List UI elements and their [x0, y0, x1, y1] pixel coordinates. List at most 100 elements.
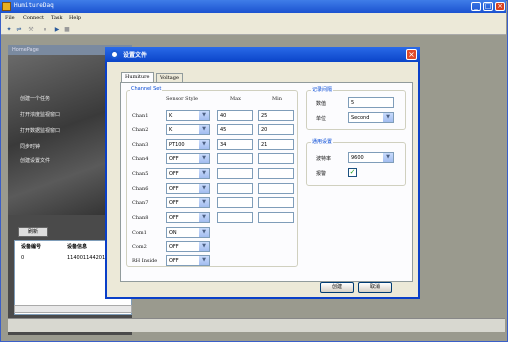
disconnect-icon[interactable]: ⚒: [27, 26, 35, 33]
device-info-cell[interactable]: 114001144201: [67, 255, 105, 261]
chan8-sensor-select[interactable]: OFF ▼: [166, 212, 210, 223]
device-info-header[interactable]: 设备信息: [67, 243, 87, 250]
menu-connect[interactable]: Connect: [23, 15, 44, 21]
menu-task[interactable]: Task: [51, 15, 63, 21]
connect-icon[interactable]: ⇌: [15, 26, 23, 33]
chevron-down-icon[interactable]: ▼: [198, 184, 209, 193]
nav-open-concentration-monitor[interactable]: 打开浓度监视窗口: [20, 111, 60, 118]
chevron-down-icon[interactable]: ▼: [198, 154, 209, 163]
chan2-max-input[interactable]: 45: [217, 124, 253, 135]
chevron-down-icon[interactable]: ▼: [198, 213, 209, 222]
chan8-sensor-value: OFF: [169, 215, 179, 221]
app-title: HumitureDaq: [14, 2, 54, 9]
chan3-max-input[interactable]: 34: [217, 139, 253, 150]
dialog-icon: [110, 50, 119, 59]
channel-set-label: Channel Set: [130, 86, 163, 92]
menu-help[interactable]: Help: [69, 15, 81, 21]
tab-humiture[interactable]: Humiture: [121, 72, 154, 82]
maximize-icon[interactable]: □: [483, 2, 493, 11]
chevron-down-icon[interactable]: ▼: [198, 140, 209, 149]
nav-open-data-monitor[interactable]: 打开数据监视窗口: [20, 127, 60, 134]
pause-icon[interactable]: ⏸: [41, 26, 49, 33]
chan5-sensor-select[interactable]: OFF ▼: [166, 168, 210, 179]
com1-label: Com1: [132, 230, 147, 236]
chevron-down-icon[interactable]: ▼: [198, 111, 209, 120]
nav-create-task[interactable]: 创建一个任务: [20, 95, 50, 102]
chan2-sensor-select[interactable]: K ▼: [166, 124, 210, 135]
chan3-sensor-select[interactable]: PT100 ▼: [166, 139, 210, 150]
rh-inside-value: OFF: [169, 258, 179, 264]
com1-select[interactable]: ON ▼: [166, 227, 210, 238]
chan6-min-input[interactable]: [258, 183, 294, 194]
com2-value: OFF: [169, 244, 179, 250]
interval-value-input[interactable]: 5: [348, 97, 394, 108]
chan4-max-input[interactable]: [217, 153, 253, 164]
chan3-min-input[interactable]: 21: [258, 139, 294, 150]
baud-rate-select[interactable]: 9600 ▼: [348, 152, 394, 163]
interval-unit-select[interactable]: Second ▼: [348, 112, 394, 123]
alarm-checkbox[interactable]: ✓: [348, 168, 357, 177]
main-title-bar: HumitureDaq _ □ ×: [0, 0, 506, 13]
rh-inside-label: RH Inside: [132, 258, 158, 264]
chan8-min-input[interactable]: [258, 212, 294, 223]
chevron-down-icon[interactable]: ▼: [198, 169, 209, 178]
chan7-sensor-value: OFF: [169, 200, 179, 206]
rh-inside-select[interactable]: OFF ▼: [166, 255, 210, 266]
chan7-label: Chan7: [132, 200, 149, 206]
sensor-style-header: Sensor Style: [166, 96, 198, 102]
chevron-down-icon[interactable]: ▼: [198, 228, 209, 237]
cancel-button[interactable]: 取消: [358, 282, 392, 293]
interval-unit-label: 单位: [316, 116, 327, 122]
chan4-min-input[interactable]: [258, 153, 294, 164]
minimize-icon[interactable]: _: [471, 2, 481, 11]
close-icon[interactable]: ×: [495, 2, 505, 11]
chan7-min-input[interactable]: [258, 197, 294, 208]
chan1-min-input[interactable]: 25: [258, 110, 294, 121]
refresh-button[interactable]: 刷新: [18, 227, 48, 237]
chan8-label: Chan8: [132, 215, 149, 221]
chan1-max-input[interactable]: 40: [217, 110, 253, 121]
nav-sync-clock[interactable]: 同步时钟: [20, 143, 40, 150]
chan1-sensor-select[interactable]: K ▼: [166, 110, 210, 121]
chan8-max-input[interactable]: [217, 212, 253, 223]
chan4-label: Chan4: [132, 156, 149, 162]
chevron-down-icon[interactable]: ▼: [198, 256, 209, 265]
device-id-header[interactable]: 设备编号: [21, 243, 41, 250]
chan3-label: Chan3: [132, 142, 149, 148]
chan2-min-input[interactable]: 20: [258, 124, 294, 135]
record-interval-group: [306, 90, 406, 130]
chevron-down-icon[interactable]: ▼: [382, 113, 393, 122]
chan6-sensor-value: OFF: [169, 186, 179, 192]
device-id-cell[interactable]: 0: [21, 255, 24, 261]
com2-label: Com2: [132, 244, 147, 250]
dialog-title-bar: 设置文件 ×: [105, 47, 420, 62]
device-list-scrollbar[interactable]: [14, 305, 132, 313]
nav-create-settings-file[interactable]: 创建设置文件: [20, 157, 50, 164]
chan2-sensor-value: K: [169, 127, 173, 133]
chan4-sensor-select[interactable]: OFF ▼: [166, 153, 210, 164]
play-icon[interactable]: ▶: [53, 26, 61, 33]
chevron-down-icon[interactable]: ▼: [382, 153, 393, 162]
baud-rate-label: 波特率: [316, 156, 332, 162]
chevron-down-icon[interactable]: ▼: [198, 242, 209, 251]
chan7-sensor-select[interactable]: OFF ▼: [166, 197, 210, 208]
chan6-max-input[interactable]: [217, 183, 253, 194]
comm-settings-group: [306, 142, 406, 186]
min-header: Min: [272, 96, 282, 102]
chevron-down-icon[interactable]: ▼: [198, 198, 209, 207]
interval-value-label: 数值: [316, 101, 327, 107]
com2-select[interactable]: OFF ▼: [166, 241, 210, 252]
chan7-max-input[interactable]: [217, 197, 253, 208]
chan4-sensor-value: OFF: [169, 156, 179, 162]
comm-settings-label: 通用设置: [311, 138, 334, 145]
stop-icon[interactable]: ■: [63, 26, 71, 33]
dialog-close-icon[interactable]: ×: [406, 49, 417, 60]
menu-file[interactable]: File: [5, 15, 15, 21]
chevron-down-icon[interactable]: ▼: [198, 125, 209, 134]
chan6-sensor-select[interactable]: OFF ▼: [166, 183, 210, 194]
chan5-max-input[interactable]: [217, 168, 253, 179]
create-button[interactable]: 创建: [320, 282, 354, 293]
chan1-label: Chan1: [132, 113, 149, 119]
new-task-icon[interactable]: ✦: [5, 26, 13, 33]
chan5-min-input[interactable]: [258, 168, 294, 179]
